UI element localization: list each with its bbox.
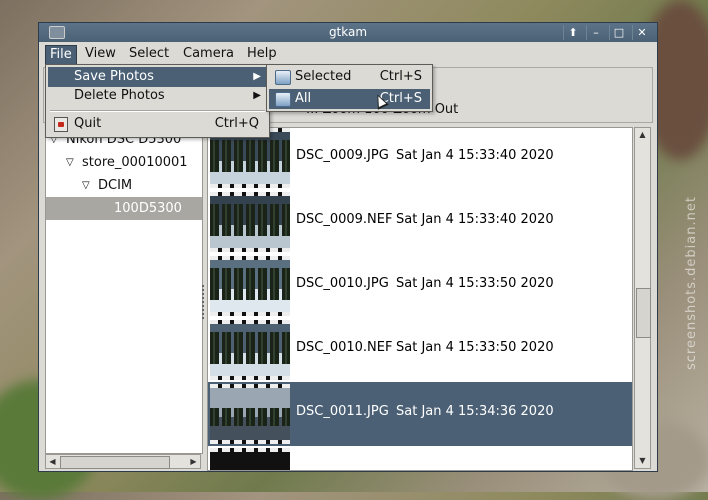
file-name: DSC_0009.NEF [296, 212, 393, 227]
list-vertical-scrollbar[interactable]: ▲ ▼ [634, 127, 651, 469]
file-date: Sat Jan 4 15:33:40 2020 [396, 212, 554, 227]
menu-item-label: All [295, 91, 312, 106]
camera-tree: ▽ Nikon DSC D5300 ▽ store_00010001 ▽ DCI… [45, 127, 203, 454]
scroll-up-icon[interactable]: ▲ [635, 128, 650, 142]
tree-horizontal-scrollbar[interactable]: ◀ ▶ [45, 454, 201, 469]
menu-item-quit[interactable]: Quit Ctrl+Q [48, 114, 267, 134]
quit-icon [54, 117, 68, 132]
menu-item-delete-photos[interactable]: Delete Photos ▶ [48, 86, 267, 106]
menu-select[interactable]: Select [125, 45, 173, 63]
photo-thumbnail [210, 320, 290, 380]
file-date: Sat Jan 4 15:33:50 2020 [396, 276, 554, 291]
photo-list: DSC_0009.JPG Sat Jan 4 15:33:40 2020 DSC… [207, 127, 633, 471]
keep-above-button[interactable]: ⬆ [563, 25, 582, 40]
menu-help[interactable]: Help [243, 45, 281, 63]
tree-item-store[interactable]: ▽ store_00010001 [46, 151, 202, 174]
file-name: DSC_0009.JPG [296, 148, 389, 163]
photo-thumbnail [210, 192, 290, 252]
close-button[interactable]: ✕ [632, 25, 651, 40]
photo-thumbnail [210, 256, 290, 316]
menu-item-save-all[interactable]: All Ctrl+S [269, 89, 430, 109]
menu-item-save-photos[interactable]: Save Photos ▶ [48, 67, 267, 87]
tree-item-dcim[interactable]: ▽ DCIM [46, 174, 202, 197]
file-name: DSC_0010.NEF [296, 340, 393, 355]
list-item[interactable]: DSC_0010.NEF Sat Jan 4 15:33:50 2020 [208, 318, 632, 382]
menu-item-label: Save Photos [74, 69, 154, 84]
menu-view[interactable]: View [81, 45, 120, 63]
save-photos-submenu: Selected Ctrl+S All Ctrl+S [266, 64, 433, 112]
file-name: DSC_0011.JPG [296, 404, 389, 419]
scroll-down-icon[interactable]: ▼ [635, 454, 650, 468]
minimize-button[interactable]: – [586, 25, 605, 40]
menu-file[interactable]: File [45, 45, 77, 65]
tree-item-label: 100D5300 [114, 201, 182, 216]
file-date: Sat Jan 4 15:33:40 2020 [396, 148, 554, 163]
file-date: Sat Jan 4 15:33:50 2020 [396, 340, 554, 355]
menu-separator [50, 110, 265, 112]
list-item-selected[interactable]: DSC_0011.JPG Sat Jan 4 15:34:36 2020 [208, 382, 632, 446]
scroll-left-icon[interactable]: ◀ [46, 455, 59, 468]
save-all-icon [275, 92, 291, 107]
photo-thumbnail [210, 384, 290, 444]
menu-item-label: Selected [295, 69, 352, 84]
menu-bar: File View Select Camera Help [43, 43, 653, 65]
expanded-arrow-icon[interactable]: ▽ [82, 174, 90, 197]
list-item[interactable]: DSC_0009.NEF Sat Jan 4 15:33:40 2020 [208, 190, 632, 254]
save-selected-icon [275, 70, 291, 85]
scroll-thumb[interactable] [60, 456, 170, 469]
tree-item-label: store_00010001 [82, 155, 188, 170]
scroll-right-icon[interactable]: ▶ [187, 455, 200, 468]
list-item[interactable]: DSC_0009.JPG Sat Jan 4 15:33:40 2020 [208, 128, 632, 190]
photo-thumbnail [210, 448, 290, 470]
menu-shortcut: Ctrl+S [379, 69, 422, 84]
list-item-partial[interactable] [208, 446, 632, 470]
submenu-arrow-icon: ▶ [253, 71, 261, 82]
tree-item-label: DCIM [98, 178, 133, 193]
menu-item-label: Quit [74, 116, 102, 131]
tree-item-folder[interactable]: 100D5300 [46, 197, 202, 220]
submenu-arrow-icon: ▶ [253, 90, 261, 101]
list-item[interactable]: DSC_0010.JPG Sat Jan 4 15:33:50 2020 [208, 254, 632, 318]
menu-item-save-selected[interactable]: Selected Ctrl+S [269, 67, 430, 87]
menu-item-label: Delete Photos [74, 88, 165, 103]
file-date: Sat Jan 4 15:34:36 2020 [396, 404, 554, 419]
menu-shortcut: Ctrl+Q [214, 116, 259, 131]
file-name: DSC_0010.JPG [296, 276, 389, 291]
expanded-arrow-icon[interactable]: ▽ [66, 151, 74, 174]
menu-camera[interactable]: Camera [179, 45, 238, 63]
file-menu-dropdown: Save Photos ▶ Delete Photos ▶ Quit Ctrl+… [45, 64, 270, 138]
maximize-button[interactable]: □ [609, 25, 628, 40]
scroll-thumb[interactable] [636, 288, 651, 338]
title-bar[interactable]: gtkam ⬆ – □ ✕ [39, 23, 657, 42]
watermark: screenshots.debian.net [684, 196, 699, 370]
